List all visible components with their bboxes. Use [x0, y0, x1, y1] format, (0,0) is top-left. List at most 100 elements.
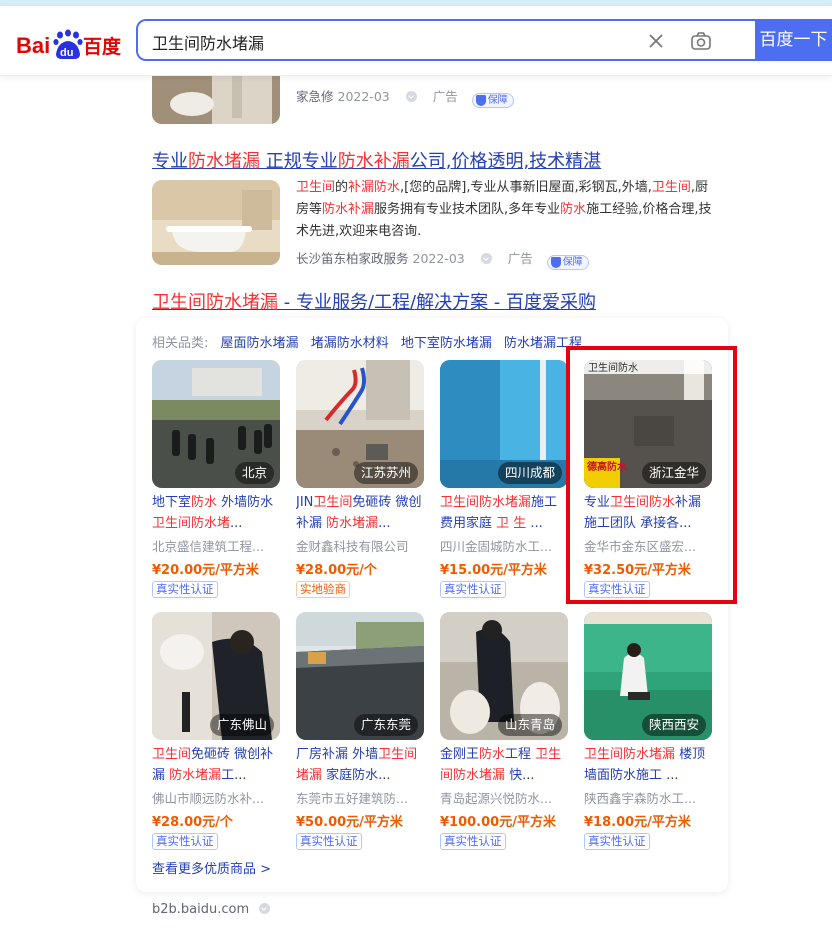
- seller-name[interactable]: 北京盛信建筑工程...: [152, 536, 282, 555]
- name-highlight: 防水: [479, 747, 506, 762]
- seller-name[interactable]: 金财鑫科技有限公司: [296, 536, 426, 555]
- seller-name[interactable]: 佛山市顺远防水补...: [152, 788, 282, 807]
- seller-name[interactable]: 金华市金东区盛宏...: [584, 536, 714, 555]
- abstract-highlight: 卫生间: [296, 180, 336, 195]
- name-highlight: 堵漏: [296, 768, 323, 783]
- abstract-text: 的: [335, 180, 349, 195]
- name-part: 工程: [505, 747, 536, 762]
- product-image[interactable]: 四川成都: [440, 360, 568, 488]
- guarantee-badge[interactable]: 保障: [546, 255, 589, 270]
- related-categories: 相关品类: 屋面防水堵漏 堵漏防水材料 地下室防水堵漏 防水堵漏工程: [152, 332, 582, 351]
- guarantee-badge[interactable]: 保障: [471, 93, 514, 108]
- product-image[interactable]: 山东青岛: [440, 612, 568, 740]
- seller-name[interactable]: 四川金固城防水工...: [440, 536, 570, 555]
- more-products-link[interactable]: 查看更多优质商品 >: [152, 858, 271, 877]
- abstract-text: 服务拥有专业技术团队,多年专业: [374, 202, 561, 217]
- product-image[interactable]: 广东东莞: [296, 612, 424, 740]
- product-name[interactable]: 卫生间防水堵漏施工费用家庭 卫 生 ...: [440, 492, 570, 534]
- result-source[interactable]: 长沙笛东柏家政服务: [296, 251, 409, 266]
- title-highlight: 防水补漏: [337, 151, 410, 172]
- name-highlight: 卫生间: [313, 495, 353, 510]
- verify-badge: 真实性认证: [152, 833, 218, 850]
- result-source[interactable]: 家急修: [296, 89, 334, 104]
- category-link[interactable]: 堵漏防水材料: [311, 336, 389, 351]
- search-button[interactable]: 百度一下: [755, 19, 832, 61]
- name-highlight: 防水堵漏: [169, 768, 222, 783]
- abstract-highlight: 防水: [560, 202, 587, 217]
- aicaigou-card: 相关品类: 屋面防水堵漏 堵漏防水材料 地下室防水堵漏 防水堵漏工程 北京 地下…: [136, 318, 728, 892]
- product-price: ¥28.00元/个: [296, 563, 377, 578]
- product-price: ¥32.50元/平方米: [584, 563, 691, 578]
- verify-badge: 真实性认证: [584, 581, 650, 598]
- more-icon[interactable]: [480, 253, 492, 264]
- product-name[interactable]: 地下室防水 外墙防水 卫生间防水堵...: [152, 492, 282, 534]
- location-tag: 陕西西安: [641, 714, 706, 736]
- more-icon[interactable]: [259, 903, 271, 914]
- product-name[interactable]: 厂房补漏 外墙卫生间堵漏 家庭防水...: [296, 744, 426, 786]
- abstract-highlight: 防水补漏: [322, 202, 375, 217]
- product-name[interactable]: JIN卫生间免砸砖 微创补漏 防水堵漏...: [296, 492, 426, 534]
- clear-icon[interactable]: [646, 31, 666, 51]
- result-title[interactable]: 专业防水堵漏 正规专业防水补漏公司,价格透明,技术精湛: [152, 147, 601, 173]
- product-name[interactable]: 卫生间防水堵漏 楼顶墙面防水施工 ...: [584, 744, 714, 786]
- camera-icon[interactable]: [690, 30, 712, 52]
- name-highlight: 防水: [191, 495, 218, 510]
- baidu-logo[interactable]: Bai du 百度: [16, 26, 124, 62]
- name-highlight: 卫生间防水堵漏: [440, 495, 532, 510]
- more-icon[interactable]: [405, 91, 417, 102]
- name-part: ...: [666, 768, 679, 783]
- product-image[interactable]: 陕西西安: [584, 612, 712, 740]
- product-name[interactable]: 卫生间免砸砖 微创补漏 防水堵漏工...: [152, 744, 282, 786]
- name-highlight: 卫 生: [496, 516, 527, 531]
- name-highlight: 卫生间: [152, 747, 192, 762]
- product-price: ¥18.00元/平方米: [584, 815, 691, 830]
- result-date: 2022-03: [337, 89, 390, 104]
- location-tag: 北京: [234, 462, 274, 484]
- verify-badge: 真实性认证: [440, 833, 506, 850]
- verify-badge: 真实性认证: [584, 833, 650, 850]
- product-price: ¥28.00元/个: [152, 815, 233, 830]
- result-title[interactable]: 卫生间防水堵漏 - 专业服务/工程/解决方案 - 百度爱采购: [152, 288, 596, 314]
- ad-label: 广告: [432, 89, 458, 104]
- result-thumbnail[interactable]: [152, 180, 280, 265]
- category-link[interactable]: 屋面防水堵漏: [221, 336, 299, 351]
- name-part: 专业: [584, 495, 611, 510]
- seller-name[interactable]: 陕西鑫宇森防水工...: [584, 788, 714, 807]
- name-part: 外墙防水: [217, 495, 274, 510]
- location-tag: 浙江金华: [641, 462, 706, 484]
- product-image[interactable]: 北京: [152, 360, 280, 488]
- location-tag: 广东东莞: [353, 714, 418, 736]
- logo-text-c: 百度: [83, 35, 122, 58]
- category-link[interactable]: 防水堵漏工程: [504, 336, 582, 351]
- title-highlight: 防水堵漏: [188, 151, 260, 172]
- name-part: 工...: [221, 768, 247, 783]
- seller-name[interactable]: 东莞市五好建筑防...: [296, 788, 426, 807]
- title-part: - 专业服务/工程/解决方案 - 百度爱采购: [278, 292, 597, 313]
- source-url-text[interactable]: b2b.baidu.com: [152, 902, 249, 917]
- product-price: ¥100.00元/平方米: [440, 815, 556, 830]
- product-name[interactable]: 专业卫生间防水补漏施工团队 承接各...: [584, 492, 714, 534]
- result-abstract: 卫生间的补漏防水,[您的品牌],专业从事新旧屋面,彩钢瓦,外墙,卫生间,厨房等防…: [296, 177, 716, 243]
- name-part: 家庭防水...: [322, 768, 391, 783]
- search-query[interactable]: 卫生间防水堵漏: [152, 30, 264, 54]
- image-brand-text: 德高防水: [586, 460, 628, 473]
- name-part: ...: [378, 516, 391, 531]
- product-image[interactable]: 广东佛山: [152, 612, 280, 740]
- search-input[interactable]: 卫生间防水堵漏: [136, 19, 757, 61]
- abstract-text: ,[您的品牌],专业从事新旧屋面,彩钢瓦,外墙,: [400, 180, 652, 195]
- result-meta: 长沙笛东柏家政服务 2022-03 广告 保障: [296, 248, 589, 270]
- name-highlight: 卫生间防水: [610, 495, 676, 510]
- name-highlight: 卫生间: [378, 747, 418, 762]
- image-overlay-text: 卫生间防水: [588, 361, 638, 374]
- product-image[interactable]: 卫生间防水 德高防水 浙江金华: [584, 360, 712, 488]
- product-name[interactable]: 金刚王防水工程 卫生间防水堵漏 快...: [440, 744, 570, 786]
- title-part: 专业: [152, 151, 188, 172]
- product-price: ¥20.00元/平方米: [152, 563, 259, 578]
- product-image[interactable]: 江苏苏州: [296, 360, 424, 488]
- category-link[interactable]: 地下室防水堵漏: [401, 336, 492, 351]
- name-part: 金刚王: [440, 747, 480, 762]
- location-tag: 四川成都: [497, 462, 562, 484]
- seller-name[interactable]: 青岛起源兴悦防水...: [440, 788, 570, 807]
- abstract-highlight: 卫生间: [651, 180, 691, 195]
- title-part: 公司,价格透明,技术精湛: [409, 151, 602, 172]
